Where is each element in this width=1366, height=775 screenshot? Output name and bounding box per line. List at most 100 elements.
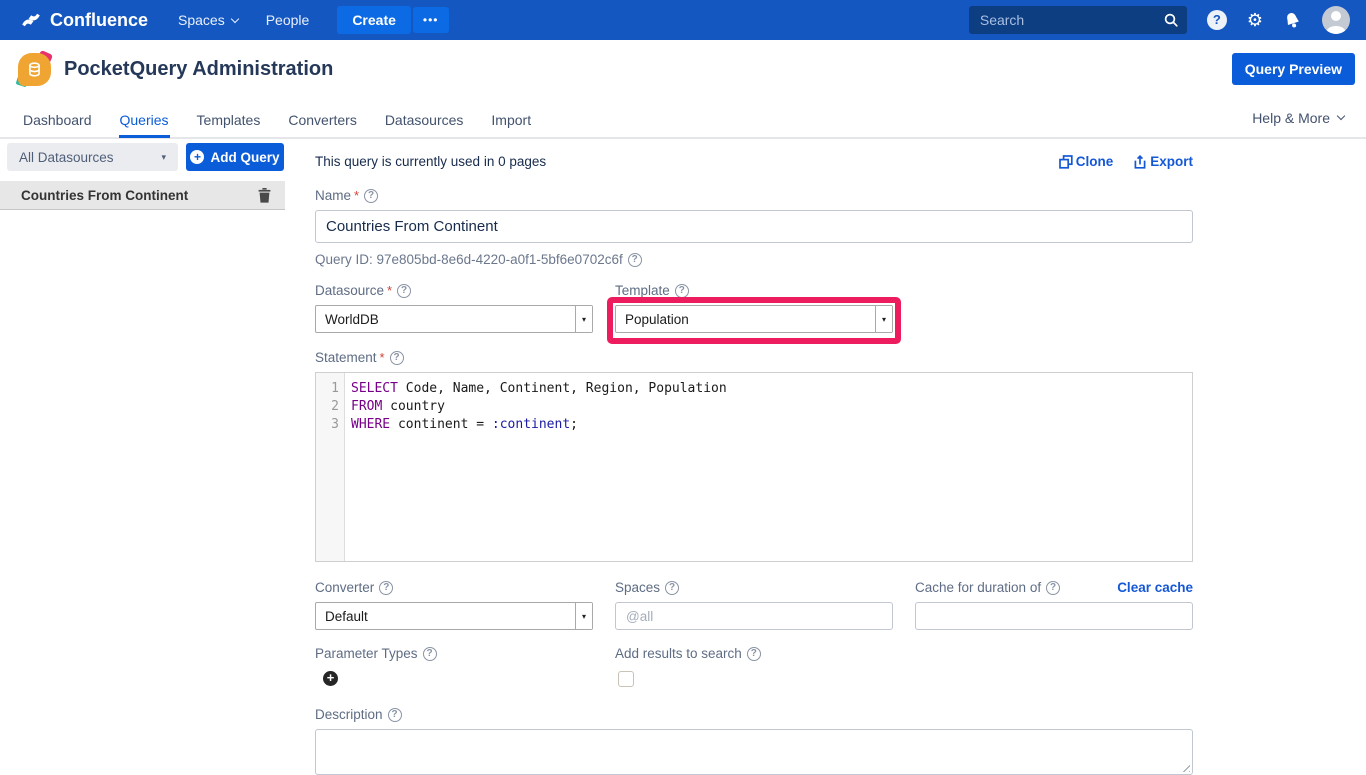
tab-templates[interactable]: Templates [196,100,262,136]
caret-down-icon [161,152,166,163]
tab-datasources[interactable]: Datasources [384,100,465,136]
clone-icon [1059,155,1073,169]
statement-editor[interactable]: 123 SELECT Code, Name, Continent, Region… [315,372,1193,562]
export-label: Export [1150,154,1193,169]
description-label-text: Description [315,707,383,722]
required-asterisk [354,188,359,203]
help-icon[interactable] [423,647,437,661]
template-value: Population [625,312,689,327]
parameter-types-label: Parameter Types [315,646,593,661]
clone-link[interactable]: Clone [1059,154,1114,169]
content: All Datasources Add Query Countries From… [0,139,1366,775]
tab-dashboard[interactable]: Dashboard [22,100,93,136]
help-icon[interactable] [388,708,402,722]
converter-value: Default [325,609,368,624]
converter-select[interactable]: Default [315,602,593,630]
topnav-people-label: People [266,12,310,28]
clear-cache-link[interactable]: Clear cache [1117,580,1193,595]
help-more-menu[interactable]: Help & More [1252,110,1344,126]
search-icon [1163,12,1179,28]
query-preview-button[interactable]: Query Preview [1232,53,1355,85]
tab-converters[interactable]: Converters [287,100,357,136]
cache-label: Cache for duration of [915,580,1060,595]
datasource-filter-value: All Datasources [19,150,114,165]
topnav-spaces[interactable]: Spaces [178,12,238,28]
query-id-text: Query ID: 97e805bd-8e6d-4220-a0f1-5bf6e0… [315,252,623,267]
datasource-value: WorldDB [325,312,379,327]
settings-button[interactable] [1247,10,1263,30]
add-parameter-button[interactable] [323,671,338,686]
description-textarea[interactable] [315,729,1193,775]
line-number-gutter: 123 [316,373,345,561]
add-query-button[interactable]: Add Query [186,143,284,171]
tab-queries[interactable]: Queries [119,100,170,138]
bell-icon [1281,8,1305,32]
user-avatar-icon [1322,6,1350,34]
template-label: Template [615,283,893,298]
datasource-label: Datasource [315,283,593,298]
add-query-label: Add Query [210,150,279,165]
name-label: Name [315,188,1193,203]
help-icon[interactable] [390,351,404,365]
search-input[interactable] [980,12,1163,28]
page-title: PocketQuery Administration [64,58,333,81]
cache-label-text: Cache for duration of [915,580,1041,595]
plus-icon [190,150,204,164]
chevron-down-icon [230,14,238,22]
topnav-people[interactable]: People [266,12,310,28]
datasource-filter-select[interactable]: All Datasources [7,143,178,171]
page-header: PocketQuery Administration Query Preview [0,40,1366,98]
spaces-label-text: Spaces [615,580,660,595]
notifications-button[interactable] [1283,11,1302,30]
trash-icon [258,188,271,203]
admin-tabs: Dashboard Queries Templates Converters D… [0,98,1366,139]
help-icon[interactable] [628,253,642,267]
pocketquery-logo-icon [18,53,51,86]
gear-icon [1247,10,1263,30]
required-asterisk [380,350,385,365]
help-icon[interactable] [1046,581,1060,595]
query-id: Query ID: 97e805bd-8e6d-4220-a0f1-5bf6e0… [315,252,1193,267]
help-icon[interactable] [665,581,679,595]
confluence-home-link[interactable]: Confluence [20,9,148,31]
description-label: Description [315,707,1193,722]
query-form: This query is currently used in 0 pages … [315,139,1193,775]
tab-import[interactable]: Import [490,100,532,136]
confluence-logo-icon [20,9,42,31]
query-list-item[interactable]: Countries From Continent [0,181,285,210]
name-input[interactable] [315,210,1193,243]
create-more-button[interactable]: ••• [413,7,449,33]
brand-name: Confluence [50,10,148,31]
add-results-label: Add results to search [615,646,893,661]
spaces-input[interactable] [615,602,893,630]
add-results-checkbox[interactable] [618,671,634,687]
cache-duration-input[interactable] [915,602,1193,630]
help-icon[interactable] [747,647,761,661]
select-arrow-icon [575,603,592,629]
help-icon[interactable] [364,189,378,203]
help-icon[interactable] [379,581,393,595]
export-link[interactable]: Export [1133,154,1193,169]
statement-label-text: Statement [315,350,377,365]
database-icon [18,53,51,86]
question-icon [1207,10,1227,30]
profile-button[interactable] [1322,6,1350,34]
datasource-label-text: Datasource [315,283,384,298]
select-arrow-icon [875,306,892,332]
chevron-down-icon [1337,112,1345,120]
queries-sidebar: All Datasources Add Query Countries From… [0,139,285,210]
spaces-label: Spaces [615,580,893,595]
select-arrow-icon [575,306,592,332]
help-icon[interactable] [675,284,689,298]
help-more-label: Help & More [1252,110,1330,126]
create-button[interactable]: Create [337,6,411,34]
help-button[interactable] [1207,10,1227,30]
converter-label: Converter [315,580,593,595]
global-search[interactable] [969,6,1187,34]
datasource-select[interactable]: WorldDB [315,305,593,333]
topnav-spaces-label: Spaces [178,12,225,28]
template-select[interactable]: Population [615,305,893,333]
delete-query-button[interactable] [258,188,271,203]
help-icon[interactable] [397,284,411,298]
sql-code[interactable]: SELECT Code, Name, Continent, Region, Po… [345,373,727,561]
